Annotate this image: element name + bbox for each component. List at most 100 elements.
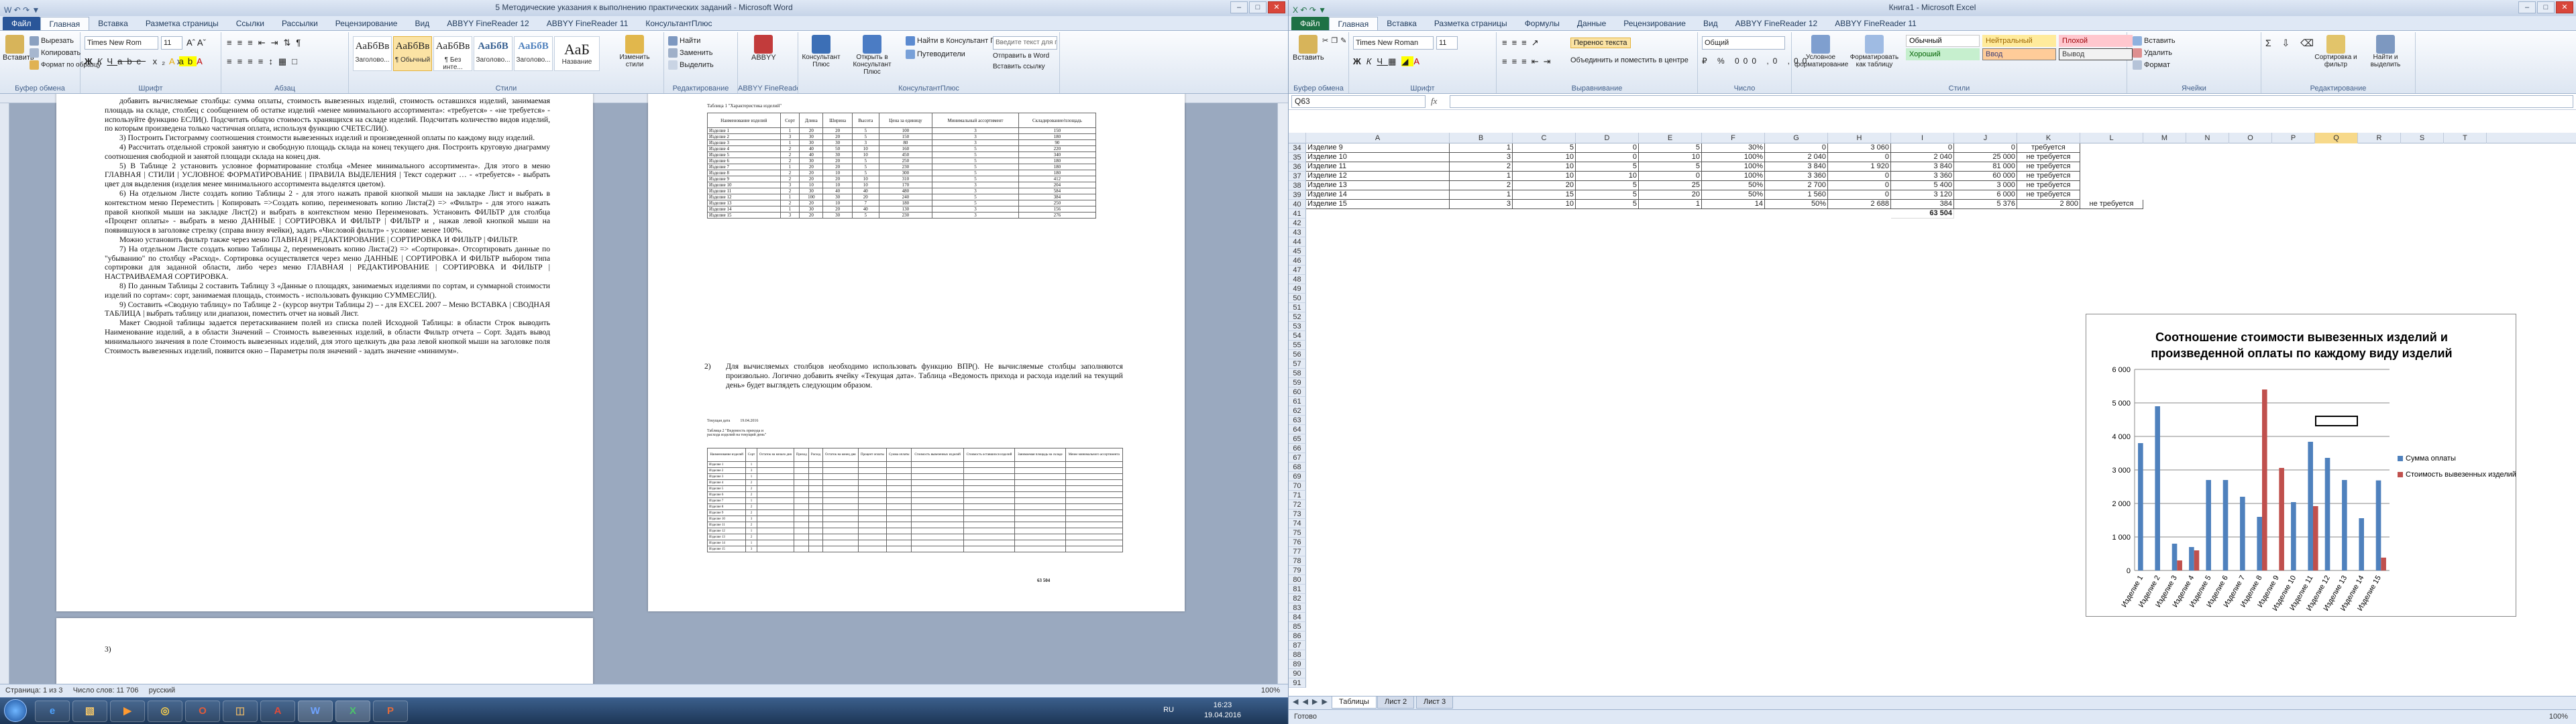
- word-zoom[interactable]: 100%: [1261, 684, 1280, 697]
- table-cell[interactable]: 0: [1828, 190, 1891, 200]
- table-cell[interactable]: не требуется: [2017, 153, 2080, 162]
- table-cell[interactable]: Изделие 11: [1306, 162, 1450, 172]
- page-1-text[interactable]: добавить вычисляемые столбцы: сумма опла…: [105, 97, 550, 355]
- row-header[interactable]: 35: [1289, 153, 1306, 162]
- table-cell[interactable]: не требуется: [2017, 162, 2080, 172]
- row-header[interactable]: 40: [1289, 200, 1306, 209]
- table-cell[interactable]: 5: [1513, 143, 1576, 153]
- row-header[interactable]: 42: [1289, 219, 1306, 228]
- chart[interactable]: Соотношение стоимости вывезенных изделий…: [2086, 314, 2516, 617]
- close-button[interactable]: ✕: [2556, 1, 2573, 13]
- cell-style-0[interactable]: Обычный: [1906, 35, 1980, 47]
- table-cell[interactable]: 15: [1513, 190, 1576, 200]
- column-header[interactable]: S: [2401, 133, 2444, 143]
- table-cell[interactable]: 3 060: [1828, 143, 1891, 153]
- excel-zoom[interactable]: 100%: [2549, 710, 2568, 723]
- row-header[interactable]: 37: [1289, 172, 1306, 181]
- column-header[interactable]: H: [1828, 133, 1891, 143]
- word-tab-view[interactable]: Вид: [406, 17, 438, 30]
- word-vertical-scrollbar[interactable]: [1277, 103, 1288, 684]
- column-header[interactable]: D: [1576, 133, 1639, 143]
- table-cell[interactable]: 5: [1639, 143, 1702, 153]
- start-button[interactable]: [4, 699, 27, 722]
- column-header[interactable]: B: [1450, 133, 1513, 143]
- row-header[interactable]: 47: [1289, 265, 1306, 275]
- table-cell[interactable]: 100%: [1702, 172, 1765, 181]
- conditional-formatting-button[interactable]: Условное форматирование: [1794, 35, 1848, 68]
- pdf-taskbar-icon[interactable]: A: [260, 701, 295, 722]
- table-cell[interactable]: 10: [1576, 172, 1639, 181]
- maximize-button[interactable]: □: [2537, 1, 2555, 13]
- row-header[interactable]: 59: [1289, 378, 1306, 387]
- row-header[interactable]: 51: [1289, 303, 1306, 312]
- word-tab-consultant[interactable]: КонсультантПлюс: [637, 17, 720, 30]
- document-page-2[interactable]: Таблица 1 "Характеристика изделий" Наиме…: [648, 94, 1185, 611]
- change-styles-button[interactable]: Изменить стили: [614, 35, 655, 68]
- table-cell[interactable]: 3 360: [1765, 172, 1828, 181]
- table-cell[interactable]: 10: [1513, 200, 1576, 209]
- word-tab-mailings[interactable]: Рассылки: [273, 17, 327, 30]
- clock[interactable]: 16:23 19.04.2016: [1204, 701, 1241, 721]
- column-header[interactable]: C: [1513, 133, 1576, 143]
- table-cell[interactable]: 3: [1450, 200, 1513, 209]
- row-header[interactable]: 60: [1289, 387, 1306, 397]
- row-header[interactable]: 87: [1289, 641, 1306, 650]
- row-header[interactable]: 43: [1289, 228, 1306, 237]
- minimize-button[interactable]: –: [1230, 1, 1248, 13]
- list-buttons[interactable]: ≡≡≡⇤⇥⇅¶: [227, 38, 306, 48]
- table-cell[interactable]: 0: [1828, 172, 1891, 181]
- table-cell[interactable]: 3: [1450, 153, 1513, 162]
- copy-button[interactable]: Копировать: [30, 48, 80, 58]
- excel-font-name-select[interactable]: Times New Roman: [1353, 36, 1434, 50]
- row-header[interactable]: 54: [1289, 331, 1306, 341]
- document-page-1[interactable]: добавить вычисляемые столбцы: сумма опла…: [56, 94, 593, 611]
- table-cell[interactable]: 5: [1576, 190, 1639, 200]
- consultant-search-input[interactable]: Введите текст для поиска: [993, 36, 1057, 50]
- table-cell[interactable]: 20: [1513, 181, 1576, 190]
- table-cell[interactable]: 2: [1450, 181, 1513, 190]
- style-heading[interactable]: АаБбВв Заголово...: [353, 36, 392, 71]
- row-header[interactable]: 75: [1289, 528, 1306, 538]
- table-cell[interactable]: Изделие 9: [1306, 143, 1450, 153]
- excel-quick-access-icons[interactable]: X ↶ ↷ ▼: [1293, 3, 1326, 17]
- row-header[interactable]: 82: [1289, 594, 1306, 603]
- excel-taskbar-icon[interactable]: X: [335, 701, 370, 722]
- table-cell[interactable]: 14: [1702, 200, 1765, 209]
- table-cell[interactable]: 1 920: [1828, 162, 1891, 172]
- column-header[interactable]: P: [2272, 133, 2315, 143]
- table-cell[interactable]: 50%: [1702, 181, 1765, 190]
- table-cell[interactable]: 0: [1576, 153, 1639, 162]
- excel-tab-formulas[interactable]: Формулы: [1516, 17, 1568, 30]
- excel-tab-home[interactable]: Главная: [1328, 17, 1379, 30]
- table-cell[interactable]: 3 840: [1891, 162, 1954, 172]
- word-tab-abbyy12[interactable]: ABBYY FineReader 12: [438, 17, 538, 30]
- table-cell[interactable]: 20: [1639, 190, 1702, 200]
- table-cell[interactable]: требуется: [2017, 143, 2080, 153]
- table-cell[interactable]: Изделие 12: [1306, 172, 1450, 181]
- table-cell[interactable]: Изделие 13: [1306, 181, 1450, 190]
- row-header[interactable]: 55: [1289, 341, 1306, 350]
- cut-button[interactable]: Вырезать: [30, 36, 74, 46]
- column-header[interactable]: A: [1306, 133, 1450, 143]
- maximize-button[interactable]: □: [1249, 1, 1267, 13]
- word-tab-abbyy11[interactable]: ABBYY FineReader 11: [538, 17, 637, 30]
- excel-tab-insert[interactable]: Вставка: [1378, 17, 1426, 30]
- column-header[interactable]: I: [1891, 133, 1954, 143]
- table-cell[interactable]: 2 040: [1765, 153, 1828, 162]
- table-cell[interactable]: 0: [1828, 181, 1891, 190]
- column-header[interactable]: O: [2229, 133, 2272, 143]
- align-buttons[interactable]: ≡≡≡≡↕▦□: [227, 56, 303, 67]
- row-header[interactable]: 79: [1289, 566, 1306, 575]
- send-to-word-link[interactable]: Отправить в Word: [993, 52, 1049, 60]
- font-color-buttons[interactable]: AabA: [169, 56, 207, 66]
- row-header[interactable]: 39: [1289, 190, 1306, 200]
- row-header[interactable]: 83: [1289, 603, 1306, 613]
- formula-input[interactable]: [1450, 95, 2573, 108]
- row-header[interactable]: 46: [1289, 256, 1306, 265]
- grow-font-icon[interactable]: Aˆ Aˇ: [186, 38, 206, 48]
- row-header[interactable]: 71: [1289, 491, 1306, 500]
- table-cell[interactable]: не требуется: [2080, 200, 2143, 209]
- cell-style-5[interactable]: Вывод: [2059, 48, 2133, 60]
- table-cell[interactable]: 5: [1639, 162, 1702, 172]
- row-header[interactable]: 73: [1289, 509, 1306, 519]
